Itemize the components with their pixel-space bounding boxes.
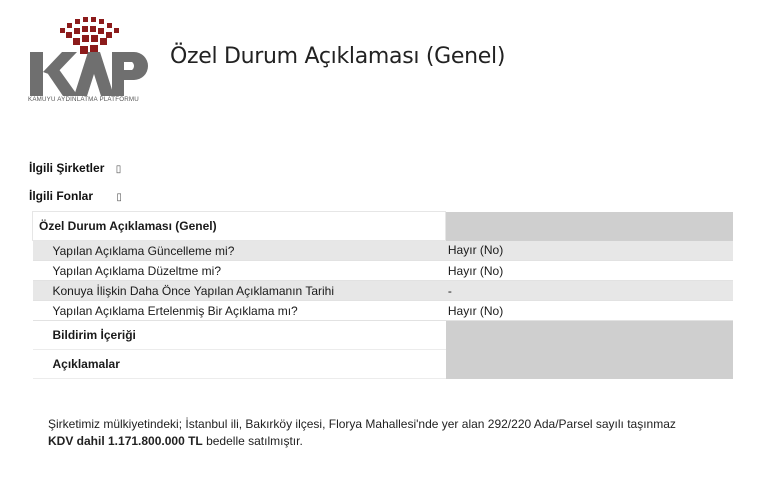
body-amount: KDV dahil 1.171.800.000 TL xyxy=(48,434,203,448)
section-label-content: Bildirim İçeriği xyxy=(32,320,446,350)
row-question: Yapılan Açıklama Düzeltme mi? xyxy=(32,260,446,281)
body-line-2: bedelle satılmıştır. xyxy=(202,434,303,448)
row-question: Yapılan Açıklama Ertelenmiş Bir Açıklama… xyxy=(32,300,446,321)
logo-wordmark xyxy=(30,52,148,96)
table-row: Yapılan Açıklama Güncelleme mi? Hayır (N… xyxy=(32,240,733,261)
section-answer-cell xyxy=(445,320,733,350)
row-question: Konuya İlişkin Daha Önce Yapılan Açıklam… xyxy=(32,280,446,301)
expand-toggle-icon[interactable]: ▯ xyxy=(116,164,122,175)
header-answer-cell xyxy=(445,211,733,241)
body-line-1: Şirketimiz mülkiyetindeki; İstanbul ili,… xyxy=(48,417,676,431)
disclosure-table: Özel Durum Açıklaması (Genel) Yapılan Aç… xyxy=(31,211,733,379)
section-row-explanations: Açıklamalar xyxy=(32,349,733,379)
related-companies[interactable]: İlgili Şirketler ▯ xyxy=(29,161,121,175)
announcement-body: Şirketimiz mülkiyetindeki; İstanbul ili,… xyxy=(48,416,728,450)
related-funds[interactable]: İlgili Fonlar ▯ xyxy=(29,189,122,203)
logo-caption: KAMUYU AYDINLATMA PLATFORMU xyxy=(28,96,139,103)
table-header: Özel Durum Açıklaması (Genel) xyxy=(31,211,447,241)
table-row: Yapılan Açıklama Düzeltme mi? Hayır (No) xyxy=(32,260,733,281)
table-row: Yapılan Açıklama Ertelenmiş Bir Açıklama… xyxy=(32,300,733,321)
logo-dot-arc xyxy=(60,17,119,54)
row-answer: - xyxy=(445,280,733,301)
page-title: Özel Durum Açıklaması (Genel) xyxy=(170,44,506,69)
section-row-content: Bildirim İçeriği xyxy=(32,320,733,350)
expand-toggle-icon[interactable]: ▯ xyxy=(116,192,122,203)
table-header-row: Özel Durum Açıklaması (Genel) xyxy=(31,211,733,241)
related-funds-label: İlgili Fonlar xyxy=(29,189,94,203)
section-label-explanations: Açıklamalar xyxy=(32,349,446,379)
row-answer: Hayır (No) xyxy=(445,240,733,261)
section-answer-cell xyxy=(445,349,733,379)
related-companies-label: İlgili Şirketler xyxy=(29,161,105,175)
row-answer: Hayır (No) xyxy=(445,260,733,281)
row-answer: Hayır (No) xyxy=(445,300,733,321)
row-question: Yapılan Açıklama Güncelleme mi? xyxy=(32,240,446,261)
table-row: Konuya İlişkin Daha Önce Yapılan Açıklam… xyxy=(32,280,733,301)
